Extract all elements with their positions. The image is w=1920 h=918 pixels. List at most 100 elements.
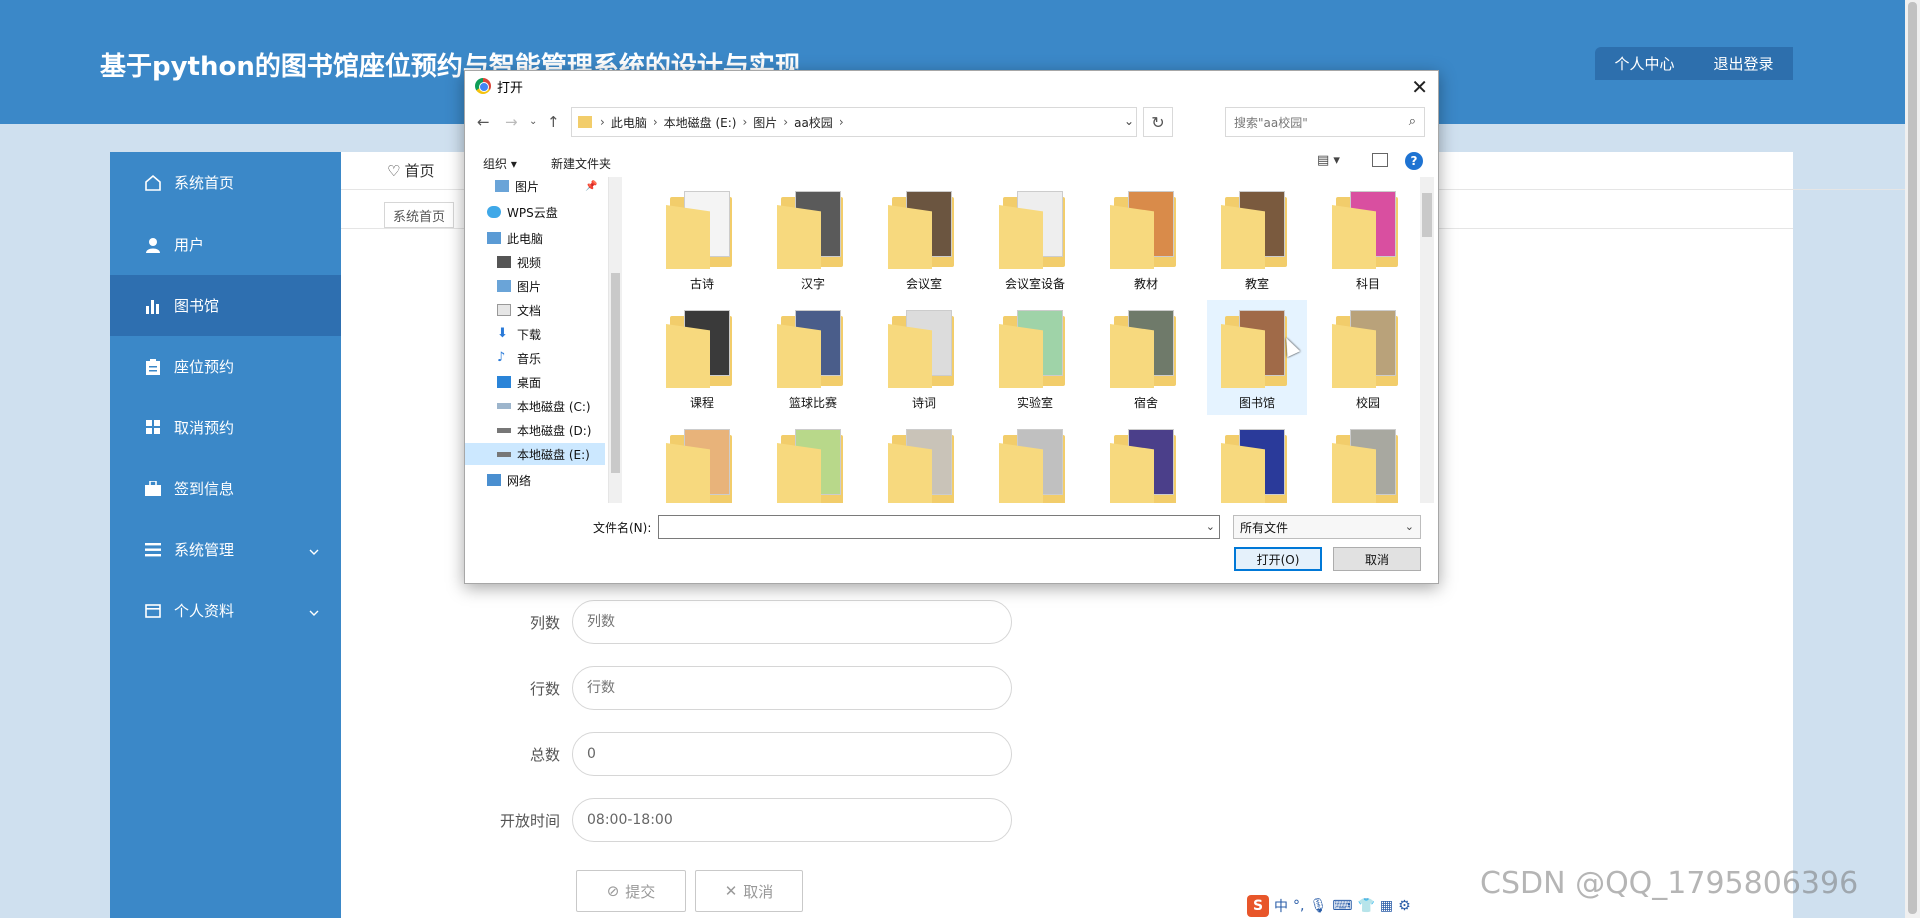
dialog-search-input[interactable]: 搜索"aa校园" ⌕ [1225, 107, 1425, 137]
cancel-button[interactable]: ✕ 取消 [695, 870, 803, 912]
open-time-input[interactable] [572, 798, 1012, 842]
sidebar-item-seat-booking[interactable]: 座位预约 [110, 336, 341, 397]
folder-item[interactable] [1096, 419, 1196, 503]
nav-downloads[interactable]: ⬇ 下载 [497, 323, 541, 345]
settings-icon[interactable]: ⚙ [1398, 898, 1411, 914]
rows-input[interactable] [572, 666, 1012, 710]
folder-item[interactable]: 图书馆 [1207, 300, 1307, 415]
page-scrollbar-thumb[interactable] [1908, 2, 1917, 914]
folder-item[interactable] [874, 419, 974, 503]
folder-item[interactable]: 课程 [652, 300, 752, 415]
folder-item[interactable] [652, 419, 752, 503]
folder-item[interactable]: 教室 [1207, 181, 1307, 296]
folder-item[interactable]: 篮球比赛 [763, 300, 863, 415]
folder-item[interactable] [763, 419, 863, 503]
cols-input[interactable] [572, 600, 1012, 644]
chevron-down-icon[interactable]: ⌄ [1206, 520, 1215, 533]
open-button[interactable]: 打开(O) [1234, 547, 1322, 571]
filename-row: 文件名(N): ⌄ 所有文件 ⌄ [465, 513, 1438, 541]
folder-item[interactable]: 会议室设备 [985, 181, 1085, 296]
back-arrow-icon[interactable]: ← [477, 113, 490, 131]
folder-item[interactable] [985, 419, 1085, 503]
ime-toolbar: S 中 °, 🎙 ⌨ 👕 ▦ ⚙ [1243, 893, 1471, 918]
new-folder-button[interactable]: 新建文件夹 [551, 155, 611, 172]
file-list-scrollbar[interactable] [1420, 177, 1434, 503]
path-segment[interactable]: 图片 [753, 114, 777, 131]
sidebar-item-profile[interactable]: 个人资料 [110, 580, 341, 641]
sogou-icon[interactable]: S [1247, 894, 1269, 917]
nav-desktop[interactable]: 桌面 [497, 371, 541, 393]
punctuation-icon[interactable]: °, [1293, 898, 1304, 914]
folder-label: 诗词 [911, 396, 936, 410]
up-arrow-icon[interactable]: ↑ [547, 113, 560, 131]
nav-drive-d[interactable]: 本地磁盘 (D:) [497, 419, 591, 441]
forward-arrow-icon[interactable]: → [505, 113, 518, 131]
filetype-select[interactable]: 所有文件 ⌄ [1233, 515, 1421, 539]
folder-item[interactable]: 诗词 [874, 300, 974, 415]
nav-pictures[interactable]: 图片 [497, 275, 541, 297]
nav-pane-scrollbar-thumb[interactable] [611, 273, 620, 473]
sidebar-item-label: 取消预约 [174, 419, 235, 437]
recent-dropdown-icon[interactable]: ⌄ [529, 116, 537, 127]
briefcase-icon [144, 480, 162, 498]
path-segment[interactable]: 此电脑 [611, 114, 647, 131]
ime-mode[interactable]: 中 [1274, 896, 1288, 916]
sidebar-item-library[interactable]: 图书馆 [110, 275, 341, 336]
nav-pictures-pinned[interactable]: 图片 📌 [495, 177, 597, 197]
nav-videos[interactable]: 视频 [497, 251, 541, 273]
shirt-icon[interactable]: 👕 [1357, 898, 1374, 914]
user-center-link[interactable]: 个人中心 [1614, 53, 1674, 74]
breadcrumb-home[interactable]: 首页 [404, 160, 434, 181]
nav-network[interactable]: 网络 [487, 469, 531, 491]
preview-pane-icon[interactable] [1372, 153, 1388, 167]
folder-item[interactable]: 科目 [1318, 181, 1414, 296]
organize-menu[interactable]: 组织 ▾ [483, 155, 517, 172]
refresh-button[interactable]: ↻ [1143, 107, 1173, 137]
nav-drive-c[interactable]: 本地磁盘 (C:) [497, 395, 591, 417]
dialog-cancel-button[interactable]: 取消 [1333, 547, 1421, 571]
chevron-down-icon[interactable]: ⌄ [1124, 114, 1134, 128]
folder-item[interactable]: 实验室 [985, 300, 1085, 415]
nav-documents[interactable]: 文档 [497, 299, 541, 321]
dialog-titlebar[interactable]: 打开 [465, 71, 1438, 101]
nav-pane-scrollbar[interactable] [609, 177, 622, 503]
folder-item[interactable]: 校园 [1318, 300, 1414, 415]
path-segment[interactable]: 本地磁盘 (E:) [664, 114, 737, 131]
folder-label: 校园 [1355, 396, 1380, 410]
sidebar-item-home[interactable]: 系统首页 [110, 152, 341, 213]
logout-link[interactable]: 退出登录 [1713, 53, 1773, 74]
dialog-title: 打开 [497, 80, 524, 96]
view-options-icon[interactable]: ▤ ▾ [1317, 153, 1340, 168]
nav-this-pc[interactable]: 此电脑 [487, 227, 543, 249]
page-scrollbar[interactable] [1905, 0, 1920, 918]
folder-item[interactable]: 教材 [1096, 181, 1196, 296]
submit-button[interactable]: ⊘ 提交 [576, 870, 686, 912]
folder-item[interactable]: 古诗 [652, 181, 752, 296]
sidebar-item-system-admin[interactable]: 系统管理 [110, 519, 341, 580]
folder-item[interactable]: 会议室 [874, 181, 974, 296]
nav-wps-cloud[interactable]: WPS云盘 [487, 201, 558, 223]
folder-item[interactable] [1207, 419, 1307, 503]
sidebar-item-cancel-booking[interactable]: 取消预约 [110, 397, 341, 458]
address-bar[interactable]: › 此电脑 › 本地磁盘 (E:) › 图片 › aa校园 › ⌄ [571, 107, 1137, 137]
nav-music[interactable]: ♪ 音乐 [497, 347, 541, 369]
folder-item[interactable] [1318, 419, 1414, 503]
folder-label: 实验室 [1016, 396, 1053, 410]
sidebar-item-user[interactable]: 用户 [110, 214, 341, 275]
path-segment[interactable]: aa校园 [794, 114, 833, 131]
refresh-icon: ↻ [1151, 112, 1165, 132]
sidebar-item-checkin[interactable]: 签到信息 [110, 458, 341, 519]
apps-icon[interactable]: ▦ [1380, 898, 1393, 914]
filename-input[interactable]: ⌄ [658, 515, 1220, 539]
help-icon[interactable]: ? [1405, 152, 1423, 170]
keyboard-icon[interactable]: ⌨ [1332, 898, 1352, 914]
folder-item[interactable]: 汉字 [763, 181, 863, 296]
dialog-close-button[interactable]: ✕ [1411, 75, 1428, 99]
nav-drive-e[interactable]: 本地磁盘 (E:) [465, 443, 605, 465]
tab-home[interactable]: 系统首页 [384, 202, 455, 228]
microphone-icon[interactable]: 🎙 [1309, 898, 1327, 914]
total-input[interactable] [572, 732, 1012, 776]
folder-icon [666, 191, 736, 269]
file-list-scrollbar-thumb[interactable] [1422, 193, 1432, 237]
folder-item[interactable]: 宿舍 [1096, 300, 1196, 415]
